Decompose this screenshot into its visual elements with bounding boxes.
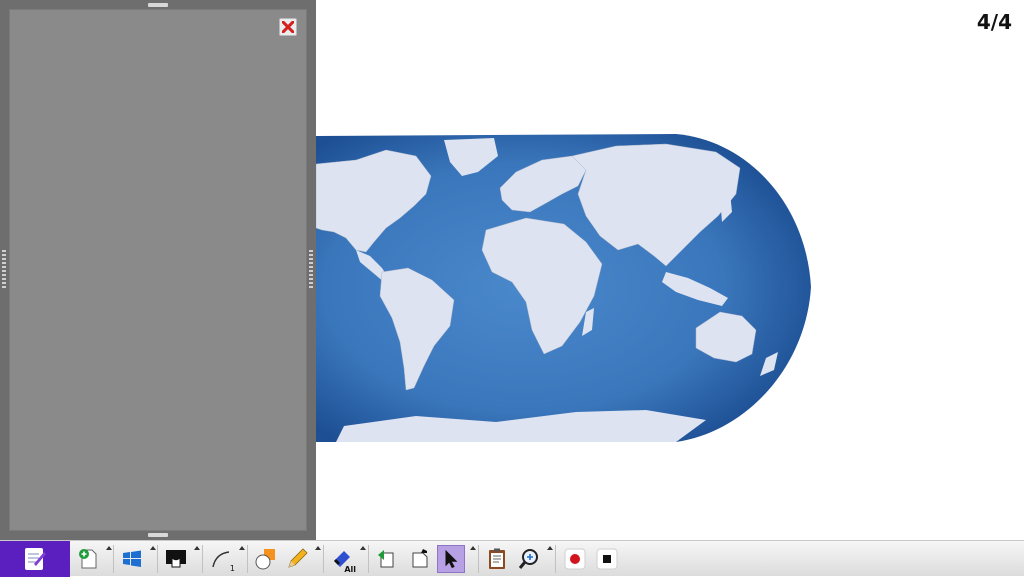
toolbar-separator [157, 545, 158, 573]
record-icon [564, 548, 586, 570]
clipboard-button[interactable] [483, 545, 511, 573]
whiteboard-canvas[interactable]: 4/4 [0, 0, 1024, 540]
select-pointer-button[interactable] [437, 545, 465, 573]
add-page-button[interactable] [74, 545, 102, 573]
eraser-menu-arrow[interactable] [360, 546, 366, 550]
notebook-icon [25, 548, 46, 570]
side-panel [0, 0, 316, 540]
world-map-image [316, 134, 811, 442]
panel-resize-handle-top[interactable] [148, 3, 168, 7]
page-counter: 4/4 [976, 10, 1012, 34]
toolbar-separator [323, 545, 324, 573]
toolbar-separator [555, 545, 556, 573]
line-width-label: 1 [229, 564, 235, 573]
eraser-all-button[interactable]: All [328, 545, 356, 574]
panel-resize-handle-left[interactable] [2, 250, 6, 290]
panel-resize-handle-right[interactable] [309, 250, 313, 290]
close-panel-button[interactable] [279, 18, 297, 36]
ink-menu-arrow[interactable] [194, 546, 200, 550]
redo-icon [412, 549, 428, 568]
clipboard-icon [489, 548, 505, 569]
pointer-menu-arrow[interactable] [470, 546, 476, 550]
close-icon [282, 21, 294, 33]
record-button[interactable] [561, 545, 589, 573]
undo-button[interactable] [373, 545, 401, 573]
toolbar-separator [368, 545, 369, 573]
pencil-button[interactable] [283, 545, 311, 573]
desktop-menu-arrow[interactable] [150, 546, 156, 550]
eraser-all-label: All [344, 565, 356, 574]
shapes-icon [255, 549, 275, 570]
pencil-menu-arrow[interactable] [315, 546, 321, 550]
redo-button[interactable] [405, 545, 433, 573]
windows-icon [123, 550, 141, 567]
stop-icon [596, 548, 618, 570]
panel-resize-handle-bottom[interactable] [148, 533, 168, 537]
ink-screen-icon [166, 550, 186, 568]
shapes-button[interactable] [252, 545, 280, 573]
bottom-toolbar: 1 All [0, 540, 1024, 577]
undo-icon [378, 550, 394, 568]
add-page-menu-arrow[interactable] [106, 546, 112, 550]
add-page-icon [79, 549, 97, 569]
notebook-app-button[interactable] [0, 541, 70, 577]
pen-curve-button[interactable]: 1 [207, 545, 235, 573]
side-panel-content [9, 9, 307, 531]
pencil-icon [288, 548, 308, 568]
desktop-mode-button[interactable] [118, 545, 146, 573]
toolbar-separator [247, 545, 248, 573]
ink-screen-button[interactable] [162, 545, 190, 573]
zoom-icon [518, 549, 538, 569]
toolbar-separator [478, 545, 479, 573]
toolbar-separator [202, 545, 203, 573]
select-pointer-icon [445, 549, 458, 569]
stop-button[interactable] [593, 545, 621, 573]
pen-menu-arrow[interactable] [239, 546, 245, 550]
zoom-button[interactable] [515, 545, 543, 573]
zoom-menu-arrow[interactable] [547, 546, 553, 550]
toolbar-separator [113, 545, 114, 573]
